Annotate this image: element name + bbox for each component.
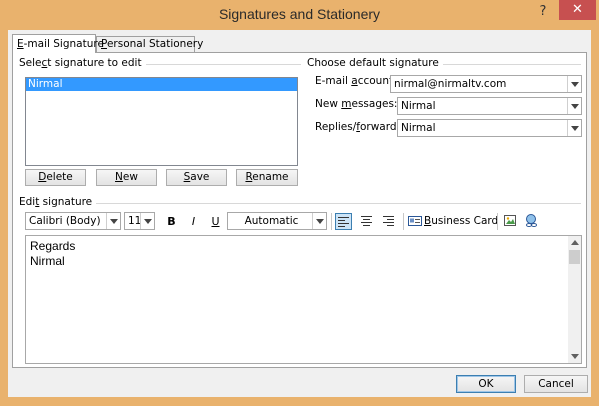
chevron-down-icon[interactable] (312, 213, 326, 229)
edit-signature-heading: Edit signature (19, 196, 97, 208)
tab-email-signature[interactable]: E-mail Signature (12, 34, 104, 53)
window-title: Signatures and Stationery (218, 6, 381, 22)
new-button[interactable]: New (96, 169, 157, 186)
cancel-button[interactable]: Cancel (524, 375, 588, 393)
align-center-icon (361, 216, 372, 226)
align-left-button[interactable] (335, 213, 352, 230)
email-account-select[interactable]: nirmal@nirmaltv.com (390, 75, 582, 93)
editor-scrollbar[interactable] (568, 236, 581, 363)
font-select[interactable]: Calibri (Body) (25, 212, 121, 230)
close-button[interactable]: ✕ (559, 0, 596, 20)
toolbar-separator (331, 213, 332, 230)
toolbar-separator (403, 213, 404, 230)
signature-list-item[interactable]: Nirmal (26, 78, 297, 91)
align-center-button[interactable] (358, 213, 375, 230)
align-right-button[interactable] (380, 213, 397, 230)
new-messages-select[interactable]: Nirmal (397, 97, 582, 115)
dialog-body: E-mail Signature Personal Stationery Sel… (8, 30, 591, 397)
tab-panel: Select signature to edit Nirmal Delete N… (12, 52, 587, 368)
business-card-icon (408, 216, 422, 226)
signature-editor[interactable]: Regards Nirmal (25, 235, 582, 364)
scroll-thumb[interactable] (569, 250, 580, 264)
section-divider (21, 203, 581, 204)
tab-personal-stationery[interactable]: Personal Stationery (96, 36, 203, 52)
insert-hyperlink-button[interactable] (523, 213, 540, 230)
replies-forwards-label: Replies/forwards: (315, 121, 406, 133)
business-card-button[interactable]: Business Card (408, 213, 498, 230)
replies-forwards-select[interactable]: Nirmal (397, 119, 582, 137)
chevron-down-icon[interactable] (106, 213, 120, 229)
font-size-select[interactable]: 11 (124, 212, 155, 230)
new-messages-label: New messages: (315, 98, 398, 110)
chevron-down-icon[interactable] (567, 76, 581, 92)
underline-button[interactable]: U (207, 213, 224, 230)
email-account-label: E-mail account: (315, 75, 397, 87)
default-signature-heading: Choose default signature (307, 57, 443, 69)
italic-button[interactable]: I (185, 213, 202, 230)
ok-button[interactable]: OK (456, 375, 516, 393)
delete-button[interactable]: Delete (25, 169, 86, 186)
signature-list[interactable]: Nirmal (25, 77, 298, 166)
signature-line: Regards (30, 239, 76, 253)
font-color-select[interactable]: Automatic (227, 212, 327, 230)
align-right-icon (383, 216, 394, 226)
rename-button[interactable]: Rename (236, 169, 298, 186)
scroll-down-icon[interactable] (571, 354, 579, 359)
close-icon: ✕ (572, 2, 583, 17)
help-button[interactable]: ? (534, 3, 552, 21)
chevron-down-icon[interactable] (140, 213, 154, 229)
align-left-icon (338, 217, 349, 227)
bold-button[interactable]: B (163, 213, 180, 230)
insert-picture-button[interactable] (502, 213, 519, 230)
signature-text: Regards Nirmal (30, 239, 75, 269)
chevron-down-icon[interactable] (567, 120, 581, 136)
hyperlink-icon (526, 214, 537, 227)
chevron-down-icon[interactable] (567, 98, 581, 114)
save-button[interactable]: Save (166, 169, 227, 186)
toolbar-separator (497, 213, 498, 230)
signature-line: Nirmal (30, 254, 65, 268)
select-signature-heading: Select signature to edit (19, 57, 146, 69)
scroll-up-icon[interactable] (571, 240, 579, 245)
picture-icon (504, 215, 516, 226)
